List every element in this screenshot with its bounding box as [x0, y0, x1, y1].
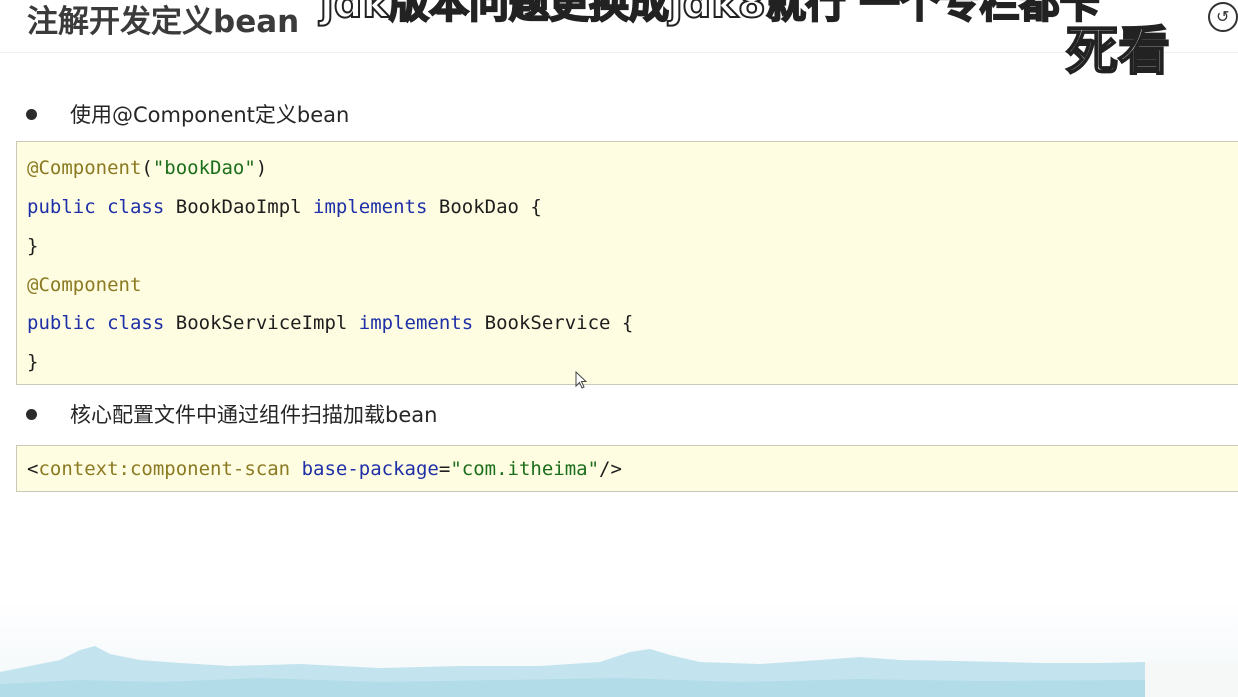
code-keyword: class [107, 196, 165, 218]
code-line-6: } [27, 351, 39, 373]
code-punct: = [438, 458, 451, 480]
code-string: "com.itheima" [450, 458, 600, 480]
mouse-cursor-icon [575, 371, 588, 389]
code-xml-tag: context:component-scan [38, 458, 291, 480]
code-keyword: implements [313, 196, 428, 218]
code-line-1: @Component("bookDao") [27, 153, 267, 183]
code-line-3: } [27, 235, 39, 257]
history-icon[interactable]: ↺ [1208, 2, 1238, 32]
bullet-item-component: 使用@Component定义bean [26, 99, 349, 129]
code-interface-name: BookDao { [438, 196, 542, 218]
bullet-item-component-scan: 核心配置文件中通过组件扫描加载bean [26, 399, 437, 429]
code-keyword: public [27, 312, 96, 334]
bullet-text: 使用@Component定义bean [70, 103, 350, 127]
title-divider [0, 52, 1238, 53]
code-punct: /> [599, 458, 622, 480]
slide-title: 注解开发定义bean [27, 4, 300, 40]
code-line-5: public class BookServiceImpl implements … [27, 308, 633, 338]
code-class-name: BookServiceImpl [175, 312, 348, 334]
code-keyword: implements [358, 312, 474, 334]
bullet-dot [26, 408, 37, 420]
code-punct: < [27, 458, 39, 480]
code-block-component: @Component("bookDao") public class BookD… [16, 141, 1238, 385]
bullet-text: 核心配置文件中通过组件扫描加载bean [70, 403, 438, 427]
code-keyword: class [107, 312, 165, 334]
footer-wave-decoration [0, 600, 1238, 697]
code-punct: ) [255, 157, 268, 179]
code-annotation: @Component [27, 157, 142, 179]
code-interface-name: BookService { [484, 312, 634, 334]
code-keyword: public [27, 196, 96, 218]
video-subtitle-line1: jdk版本问题更换成jdk8就行 一个专栏都卡 [319, 0, 1101, 28]
code-line-xml: <context:component-scan base-package="co… [27, 454, 622, 484]
code-block-component-scan: <context:component-scan base-package="co… [16, 445, 1238, 492]
code-line-2: public class BookDaoImpl implements Book… [27, 192, 542, 222]
code-line-4: @Component [27, 274, 142, 296]
video-subtitle-line2: 死看 [1065, 21, 1171, 83]
code-punct: ( [141, 157, 153, 179]
code-string: "bookDao" [152, 157, 256, 179]
code-xml-attribute: base-package [301, 458, 439, 480]
bullet-dot [26, 108, 37, 120]
code-class-name: BookDaoImpl [175, 196, 302, 218]
